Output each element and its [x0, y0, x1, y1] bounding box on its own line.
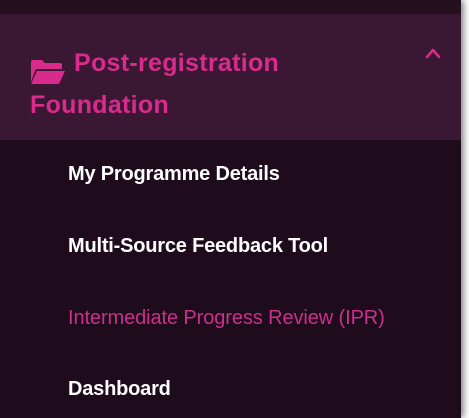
section-header-post-registration-foundation[interactable]: Post-registration Foundation	[0, 14, 461, 140]
section-title: Post-registration Foundation	[30, 49, 280, 119]
nav-item-my-programme-details[interactable]: My Programme Details	[68, 162, 280, 186]
nav-item-dashboard[interactable]: Dashboard	[68, 377, 171, 401]
nav-item-multi-source-feedback-tool[interactable]: Multi-Source Feedback Tool	[68, 234, 328, 258]
chevron-up-icon[interactable]	[424, 46, 442, 60]
sidebar-top-strip	[0, 0, 461, 14]
sidebar-panel: Post-registration Foundation My Programm…	[0, 0, 461, 418]
nav-item-intermediate-progress-review[interactable]: Intermediate Progress Review (IPR)	[68, 306, 385, 330]
